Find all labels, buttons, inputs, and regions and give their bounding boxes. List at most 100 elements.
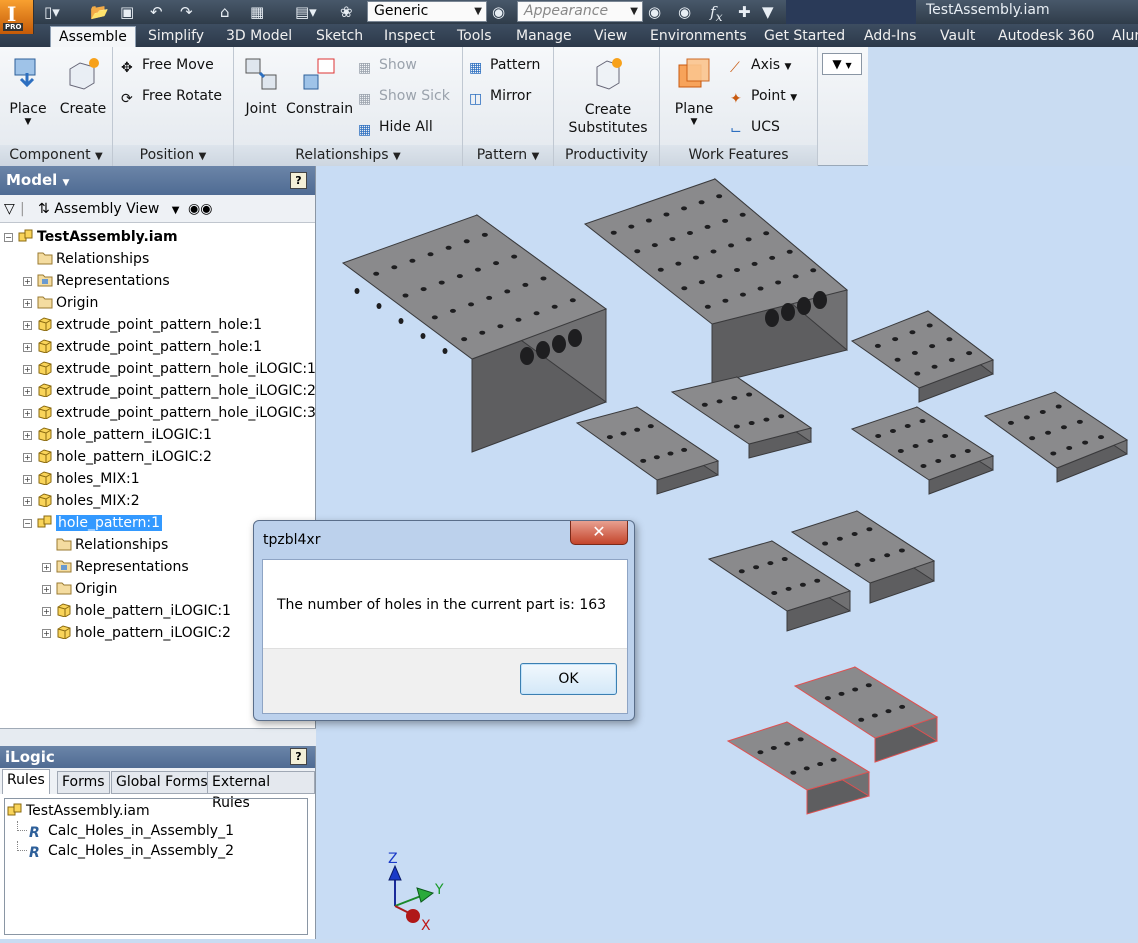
parameters-fx-icon[interactable]: fx [710,2,723,24]
tab-forms[interactable]: Forms [57,771,110,794]
tab-rules[interactable]: Rules [2,769,50,794]
mirror-button[interactable]: ◫ Mirror [469,85,531,107]
measure-icon[interactable]: ✚ [738,2,751,22]
tree-node[interactable]: Relationships [0,248,315,270]
tree-node[interactable]: + extrude_point_pattern_hole:1 [0,314,315,336]
material-combo[interactable]: Generic ▼ [367,1,487,22]
undo-icon[interactable]: ↶ [150,2,163,22]
expand-icon[interactable]: + [23,365,32,374]
tree-node[interactable]: + extrude_point_pattern_hole_iLOGIC:3 [0,402,316,424]
adjust-appearance-icon[interactable]: ◉ [648,2,661,22]
tree-node[interactable]: + holes_MIX:2 [0,490,315,512]
appearance-combo[interactable]: Appearance ▼ [517,1,643,22]
expand-icon[interactable]: + [23,475,32,484]
tab-tools[interactable]: Tools [449,26,500,47]
tree-node[interactable]: − TestAssembly.iam [0,226,315,248]
create-substitutes-button[interactable]: Create Substitutes [562,55,654,137]
collapse-icon[interactable]: − [23,519,32,528]
chevron-down-icon: ▼ [393,151,401,162]
tab-external-rules[interactable]: External Rules [207,771,315,811]
collapse-icon[interactable]: − [4,233,13,242]
show-sick-button[interactable]: ▦ Show Sick [358,85,450,107]
tree-node[interactable]: + hole_pattern_iLOGIC:2 [0,446,315,468]
tab-get-started[interactable]: Get Started [756,26,853,47]
rule-item[interactable]: R Calc_Holes_in_Assembly_1 [7,821,305,841]
tree-node[interactable]: + hole_pattern_iLOGIC:1 [0,424,315,446]
close-button[interactable]: ✕ [570,521,628,545]
expand-icon[interactable]: + [42,607,51,616]
customize-qat-icon[interactable]: ▼ [762,2,774,22]
constrain-button[interactable]: Constrain [286,55,353,117]
tree-node[interactable]: + extrude_point_pattern_hole:1 [0,336,315,358]
expand-icon[interactable]: + [23,321,32,330]
expand-icon[interactable]: + [23,431,32,440]
pattern-button[interactable]: ▦ Pattern [469,54,540,76]
relationships-panel-label[interactable]: Relationships ▼ [234,145,462,166]
application-menu-button[interactable]: I PRO [0,0,34,34]
expand-icon[interactable]: + [23,453,32,462]
plane-button[interactable]: Plane ▼ [666,55,722,127]
tab-3d-model[interactable]: 3D Model [218,26,300,47]
tree-node[interactable]: + Origin [0,292,315,314]
update-icon[interactable]: ▦ [250,2,264,22]
rules-root[interactable]: TestAssembly.iam [7,801,305,821]
point-button[interactable]: ✦ Point ▼ [730,85,797,107]
position-panel-label[interactable]: Position ▼ [113,145,233,166]
ucs-button[interactable]: ⌙ UCS [730,116,780,138]
axis-button[interactable]: ⟋ Axis ▼ [730,54,791,76]
tab-alur[interactable]: Alur [1104,26,1138,47]
select-filter-icon[interactable]: ▤▾ [295,2,317,22]
expand-icon[interactable]: + [42,585,51,594]
joint-button[interactable]: Joint [238,55,284,117]
pattern-panel-label[interactable]: Pattern ▼ [463,145,553,166]
expand-icon[interactable]: + [42,563,51,572]
filter-icon[interactable]: ▽ [4,195,15,223]
open-folder-icon[interactable]: 📂 [90,2,109,22]
free-rotate-button[interactable]: ⟳ Free Rotate [121,85,222,107]
tree-node[interactable]: + Representations [0,270,315,292]
tree-node[interactable]: + extrude_point_pattern_hole_iLOGIC:1 [0,358,316,380]
free-move-button[interactable]: ✥ Free Move [121,54,214,76]
color-override-icon[interactable]: ❀ [340,2,353,22]
tab-simplify[interactable]: Simplify [140,26,212,47]
tab-manage[interactable]: Manage [508,26,580,47]
tab-global-forms[interactable]: Global Forms [111,771,213,794]
expand-icon[interactable]: + [23,409,32,418]
tab-add-ins[interactable]: Add-Ins [856,26,924,47]
hide-all-button[interactable]: ▦ Hide All [358,116,433,138]
clear-appearance-icon[interactable]: ◉ [678,2,691,22]
expand-icon[interactable]: + [23,497,32,506]
redo-icon[interactable]: ↷ [180,2,193,22]
expand-icon[interactable]: + [42,629,51,638]
component-panel-label[interactable]: Component ▼ [0,145,112,166]
tab-autodesk-360[interactable]: Autodesk 360 [990,26,1103,47]
help-icon[interactable]: ? [290,172,307,189]
expand-icon[interactable]: + [23,299,32,308]
expand-icon[interactable]: + [23,277,32,286]
help-icon[interactable]: ? [290,748,307,765]
expand-icon[interactable]: + [23,343,32,352]
model-browser-header[interactable]: Model ▼ ? [0,166,315,195]
ok-button[interactable]: OK [520,663,617,695]
new-file-icon[interactable]: ▯▾ [44,2,60,22]
hole-feature [797,737,804,742]
show-button[interactable]: ▦ Show [358,54,417,76]
expand-icon[interactable]: + [23,387,32,396]
save-icon[interactable]: ▣ [120,2,134,22]
tab-inspect[interactable]: Inspect [376,26,443,47]
panel-options-dropdown[interactable]: ▼ ▼ [822,53,862,75]
place-button[interactable]: Place ▼ [6,55,50,127]
assembly-view-dropdown[interactable]: ⇅ Assembly View ▼ [38,195,180,225]
binoculars-search-icon[interactable]: ◉◉ [188,195,212,223]
tab-vault[interactable]: Vault [932,26,983,47]
tab-view[interactable]: View [586,26,635,47]
tab-sketch[interactable]: Sketch [308,26,371,47]
create-component-button[interactable]: Create [58,55,108,117]
tab-environments[interactable]: Environments [642,26,755,47]
home-icon[interactable]: ⌂ [220,2,230,22]
tree-node[interactable]: + extrude_point_pattern_hole_iLOGIC:2 [0,380,316,402]
tree-node[interactable]: + holes_MIX:1 [0,468,315,490]
tab-assemble[interactable]: Assemble [50,26,136,47]
panel-splitter[interactable] [0,728,316,746]
rule-item[interactable]: R Calc_Holes_in_Assembly_2 [7,841,305,861]
